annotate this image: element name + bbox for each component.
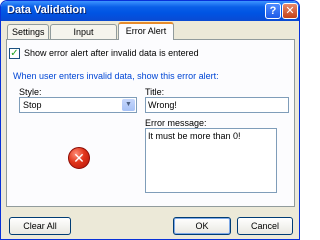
style-label: Style: (19, 87, 42, 97)
cancel-button-label: Cancel (250, 221, 279, 231)
help-icon[interactable]: ? (265, 3, 281, 19)
style-select[interactable]: Stop ▼ (19, 97, 137, 113)
ok-button-label: OK (195, 221, 209, 231)
error-message-label: Error message: (145, 118, 207, 128)
section-heading: When user enters invalid data, show this… (13, 71, 219, 81)
clear-all-button[interactable]: Clear All (9, 217, 71, 235)
error-message-value: It must be more than 0! (148, 131, 241, 141)
show-alert-checkbox-label: Show error alert after invalid data is e… (24, 48, 199, 58)
title-input[interactable]: Wrong! (145, 97, 289, 113)
clear-all-button-label: Clear All (23, 221, 57, 231)
tab-settings[interactable]: Settings (7, 24, 49, 39)
title-label: Title: (145, 87, 165, 97)
cancel-button[interactable]: Cancel (237, 217, 293, 235)
title-input-value: Wrong! (148, 100, 177, 110)
title-bar: Data Validation ? ✕ (1, 1, 299, 21)
show-alert-checkbox[interactable]: ✓ (9, 48, 20, 59)
tab-input-message[interactable]: Input Message (50, 24, 117, 51)
style-select-value: Stop (23, 100, 42, 110)
window-title: Data Validation (7, 4, 86, 16)
chevron-down-icon[interactable]: ▼ (122, 99, 135, 111)
data-validation-dialog: Data Validation ? ✕ Settings Input Messa… (0, 0, 300, 240)
close-icon[interactable]: ✕ (282, 3, 298, 19)
stop-error-icon: ✕ (68, 147, 90, 169)
ok-button[interactable]: OK (173, 217, 231, 235)
error-message-textarea[interactable]: It must be more than 0! (145, 128, 277, 193)
tab-error-alert[interactable]: Error Alert (118, 22, 174, 40)
